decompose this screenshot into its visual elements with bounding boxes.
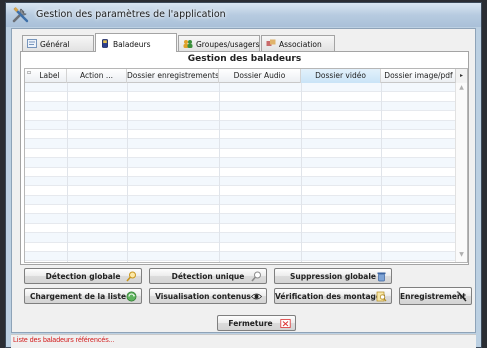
grid-column-line: [127, 83, 128, 262]
table-row-empty[interactable]: [25, 167, 457, 177]
column-header-dossier-video[interactable]: Dossier vidéo: [301, 69, 381, 83]
eye-icon: [251, 293, 262, 300]
grid-column-line: [381, 83, 382, 262]
table-row-empty[interactable]: [25, 233, 457, 243]
grid-column-line: [301, 83, 302, 262]
table-row-empty[interactable]: [25, 195, 457, 206]
status-text: Liste des baladeurs référencés...: [13, 337, 115, 344]
suppression-globale-label: Suppression globale: [289, 272, 377, 281]
grid-rows: [25, 83, 457, 262]
tab-association-label: Association: [279, 40, 322, 49]
baladeurs-panel: Gestion des baladeurs ▫ Label Action ...…: [20, 51, 469, 265]
column-header-action[interactable]: Action ...: [67, 69, 127, 83]
table-row-empty[interactable]: [25, 139, 457, 149]
table-row-empty[interactable]: [25, 92, 457, 102]
recycle-icon: [126, 291, 137, 302]
trash-icon: [377, 272, 386, 282]
tab-groupes-usagers-label: Groupes/usagers: [196, 40, 260, 49]
grid-column-line: [67, 83, 68, 262]
tab-association[interactable]: Association: [261, 35, 335, 51]
tab-general[interactable]: Général: [22, 35, 94, 51]
table-row-empty[interactable]: [25, 83, 457, 93]
verification-montages-label: Vérification des montages: [275, 292, 386, 301]
window-title: Gestion des paramètres de l'application: [36, 9, 226, 20]
pen-icon: [456, 291, 467, 302]
table-row-empty[interactable]: [25, 186, 457, 196]
table-row-empty[interactable]: [25, 111, 457, 121]
tab-groupes-usagers[interactable]: Groupes/usagers: [178, 35, 260, 51]
table-row-empty[interactable]: [25, 120, 457, 130]
table-row-empty[interactable]: [25, 214, 457, 224]
detection-unique-button[interactable]: Détection unique: [149, 268, 267, 284]
fermeture-button[interactable]: Fermeture: [217, 315, 296, 331]
enregistrement-button[interactable]: Enregistrement: [399, 287, 472, 305]
grid-header: ▫ Label Action ... Dossier enregistremen…: [25, 69, 467, 83]
detection-globale-label: Détection globale: [45, 272, 121, 281]
chargement-liste-label: Chargement de la liste: [29, 292, 127, 301]
table-row-empty[interactable]: [25, 148, 457, 159]
table-row-empty[interactable]: [25, 101, 457, 112]
column-scroll-right-icon[interactable]: ▸: [455, 69, 467, 83]
tab-general-label: Général: [40, 40, 70, 49]
table-row-empty[interactable]: [25, 252, 457, 262]
grid-title: Gestion des baladeurs: [187, 54, 302, 64]
grid-column-line: [219, 83, 220, 262]
table-row-empty[interactable]: [25, 129, 457, 140]
chargement-liste-button[interactable]: Chargement de la liste: [24, 288, 142, 304]
detection-unique-label: Détection unique: [171, 272, 245, 281]
users-group-icon: [183, 40, 193, 48]
general-tab-icon: [27, 39, 37, 48]
table-row-empty[interactable]: [25, 176, 457, 187]
association-icon: [266, 39, 276, 46]
magnifier-icon: [251, 271, 261, 282]
settings-window: Gestion des paramètres de l'application …: [5, 2, 482, 348]
close-window-icon: [280, 319, 291, 328]
player-device-icon: [102, 39, 108, 48]
visualisation-contenus-label: Visualisation contenus: [155, 292, 251, 301]
column-header-dossier-audio[interactable]: Dossier Audio: [219, 69, 301, 83]
magnifier-document-icon: [376, 291, 387, 302]
table-row-empty[interactable]: [25, 223, 457, 234]
tab-baladeurs-label: Baladeurs: [113, 40, 151, 49]
magnifier-gold-icon: [126, 271, 136, 282]
client-area: Général Baladeurs Groupes/usagers Associ…: [11, 28, 476, 333]
table-row-empty[interactable]: [25, 242, 457, 253]
status-bar: Liste des baladeurs référencés...: [11, 334, 476, 348]
tools-icon: [12, 7, 29, 23]
column-header-dossier-enregistrements[interactable]: Dossier enregistrements: [127, 69, 219, 83]
detection-globale-button[interactable]: Détection globale: [24, 268, 142, 284]
visualisation-contenus-button[interactable]: Visualisation contenus: [149, 288, 267, 304]
baladeurs-grid[interactable]: ▫ Label Action ... Dossier enregistremen…: [24, 68, 468, 263]
table-row-empty[interactable]: [25, 158, 457, 168]
grid-vertical-scrollbar[interactable]: ▲ ▼: [455, 83, 467, 262]
column-header-dossier-image-pdf[interactable]: Dossier image/pdf: [381, 69, 457, 83]
scroll-up-icon[interactable]: ▲: [456, 84, 467, 94]
fermeture-label: Fermeture: [228, 319, 273, 328]
verification-montages-button[interactable]: Vérification des montages: [274, 288, 392, 304]
tab-baladeurs[interactable]: Baladeurs: [95, 33, 177, 52]
table-row-empty[interactable]: [25, 205, 457, 215]
column-header-label[interactable]: Label: [33, 69, 67, 83]
suppression-globale-button[interactable]: Suppression globale: [274, 268, 392, 284]
grid-corner-mark: ▫: [27, 69, 32, 76]
screen-frame-right: [482, 0, 487, 348]
scroll-down-icon[interactable]: ▼: [456, 251, 467, 261]
title-bar[interactable]: Gestion des paramètres de l'application: [6, 3, 481, 27]
